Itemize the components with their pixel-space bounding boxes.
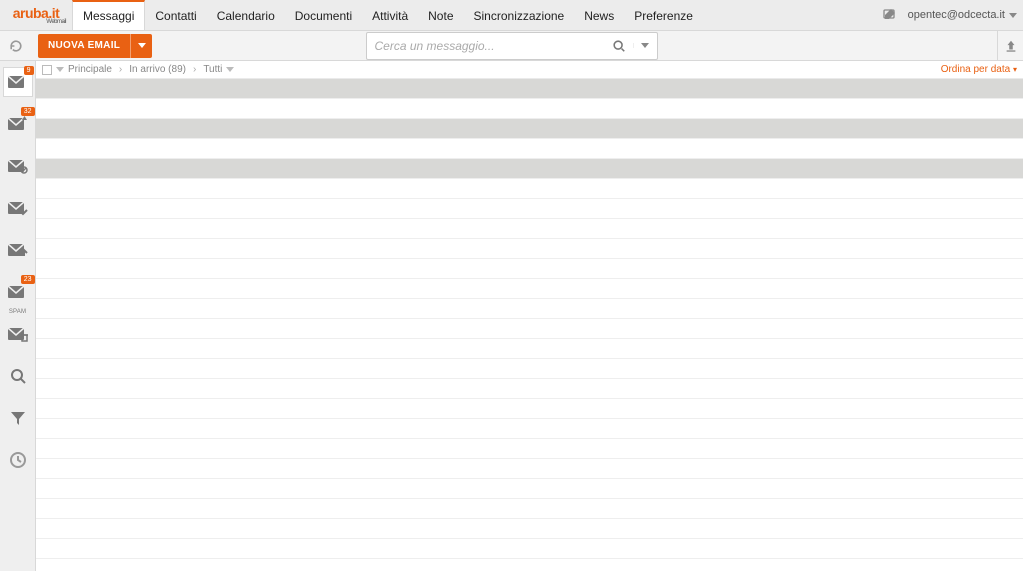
new-email-button[interactable]: NUOVA EMAIL: [38, 34, 130, 58]
message-row[interactable]: [36, 519, 1023, 539]
message-row[interactable]: [36, 199, 1023, 219]
badge: 32: [21, 107, 35, 116]
message-row[interactable]: [36, 79, 1023, 99]
select-all-checkbox[interactable]: [42, 65, 52, 75]
rail-filter[interactable]: [3, 403, 33, 433]
tab-messaggi[interactable]: Messaggi: [72, 0, 145, 30]
chevron-down-icon: [1009, 13, 1017, 18]
outbox-icon: [7, 116, 29, 132]
message-row[interactable]: [36, 459, 1023, 479]
sent-icon: [7, 158, 29, 174]
rail-inbox[interactable]: 9: [3, 67, 33, 97]
message-row[interactable]: [36, 299, 1023, 319]
rail-sent[interactable]: [3, 151, 33, 181]
inbox-icon: [7, 74, 29, 90]
search-bar: [366, 32, 658, 60]
message-list[interactable]: [36, 79, 1023, 571]
left-rail: 93223SPAM: [0, 61, 36, 571]
message-row[interactable]: [36, 419, 1023, 439]
badge: 9: [24, 66, 34, 75]
check-icon: [7, 200, 29, 216]
main: 93223SPAM Principale In arrivo (89) Tutt…: [0, 61, 1023, 571]
refresh-button[interactable]: [6, 36, 26, 56]
tab-preferenze[interactable]: Preferenze: [624, 0, 703, 30]
rail-upload-mail[interactable]: [3, 235, 33, 265]
trash-icon: [7, 326, 29, 342]
search-options[interactable]: [633, 43, 657, 48]
header-right: opentec@odcecta.it: [882, 7, 1023, 23]
rail-outbox[interactable]: 32: [3, 109, 33, 139]
tab-news[interactable]: News: [574, 0, 624, 30]
filter-dropdown[interactable]: [226, 67, 234, 72]
message-row[interactable]: [36, 439, 1023, 459]
message-row[interactable]: [36, 179, 1023, 199]
tab-attività[interactable]: Attività: [362, 0, 418, 30]
message-row[interactable]: [36, 259, 1023, 279]
tab-calendario[interactable]: Calendario: [207, 0, 285, 30]
breadcrumb-account[interactable]: Principale: [68, 64, 112, 75]
spam-icon: [7, 284, 29, 300]
recent-icon: [9, 451, 27, 469]
toolbar: NUOVA EMAIL: [0, 31, 1023, 61]
message-row[interactable]: [36, 139, 1023, 159]
chevron-down-icon: [138, 43, 146, 48]
message-row[interactable]: [36, 339, 1023, 359]
message-row[interactable]: [36, 239, 1023, 259]
rail-search[interactable]: [3, 361, 33, 391]
tab-note[interactable]: Note: [418, 0, 463, 30]
message-row[interactable]: [36, 219, 1023, 239]
new-email-group: NUOVA EMAIL: [38, 34, 152, 58]
message-row[interactable]: [36, 99, 1023, 119]
message-row[interactable]: [36, 119, 1023, 139]
user-menu[interactable]: opentec@odcecta.it: [908, 9, 1017, 21]
breadcrumb-filter[interactable]: Tutti: [203, 64, 222, 75]
search-input[interactable]: [367, 39, 605, 53]
tab-contatti[interactable]: Contatti: [145, 0, 206, 30]
upload-button[interactable]: [997, 31, 1023, 61]
app-header: aruba.it Webmail MessaggiContattiCalenda…: [0, 0, 1023, 31]
select-all-dropdown[interactable]: [56, 67, 64, 72]
breadcrumb-sep-icon: [116, 64, 125, 75]
rail-sublabel: SPAM: [9, 309, 26, 315]
filter-icon: [9, 409, 27, 427]
breadcrumb-folder[interactable]: In arrivo (89): [129, 64, 186, 75]
search-button[interactable]: [605, 39, 633, 53]
main-tabs: MessaggiContattiCalendarioDocumentiAttiv…: [72, 0, 703, 30]
sort-menu[interactable]: Ordina per data ▾: [941, 64, 1017, 75]
user-email: opentec@odcecta.it: [908, 9, 1005, 21]
upload-mail-icon: [7, 242, 29, 258]
list-header: Principale In arrivo (89) Tutti Ordina p…: [36, 61, 1023, 79]
tab-sincronizzazione[interactable]: Sincronizzazione: [464, 0, 575, 30]
compose-icon[interactable]: [882, 7, 898, 23]
message-row[interactable]: [36, 499, 1023, 519]
message-row[interactable]: [36, 539, 1023, 559]
rail-spam[interactable]: 23SPAM: [3, 277, 33, 307]
message-row[interactable]: [36, 319, 1023, 339]
new-email-dropdown[interactable]: [130, 34, 152, 58]
message-row[interactable]: [36, 279, 1023, 299]
breadcrumb-sep-icon: [190, 64, 199, 75]
brand-logo: aruba.it Webmail: [0, 0, 72, 31]
rail-recent[interactable]: [3, 445, 33, 475]
message-row[interactable]: [36, 399, 1023, 419]
tab-documenti[interactable]: Documenti: [285, 0, 362, 30]
brand-sub: Webmail: [46, 19, 66, 25]
message-row[interactable]: [36, 159, 1023, 179]
message-row[interactable]: [36, 479, 1023, 499]
message-pane: Principale In arrivo (89) Tutti Ordina p…: [36, 61, 1023, 571]
rail-trash[interactable]: [3, 319, 33, 349]
rail-check[interactable]: [3, 193, 33, 223]
message-row[interactable]: [36, 379, 1023, 399]
badge: 23: [21, 275, 35, 284]
search-icon: [9, 367, 27, 385]
message-row[interactable]: [36, 359, 1023, 379]
chevron-down-icon: [641, 43, 649, 48]
